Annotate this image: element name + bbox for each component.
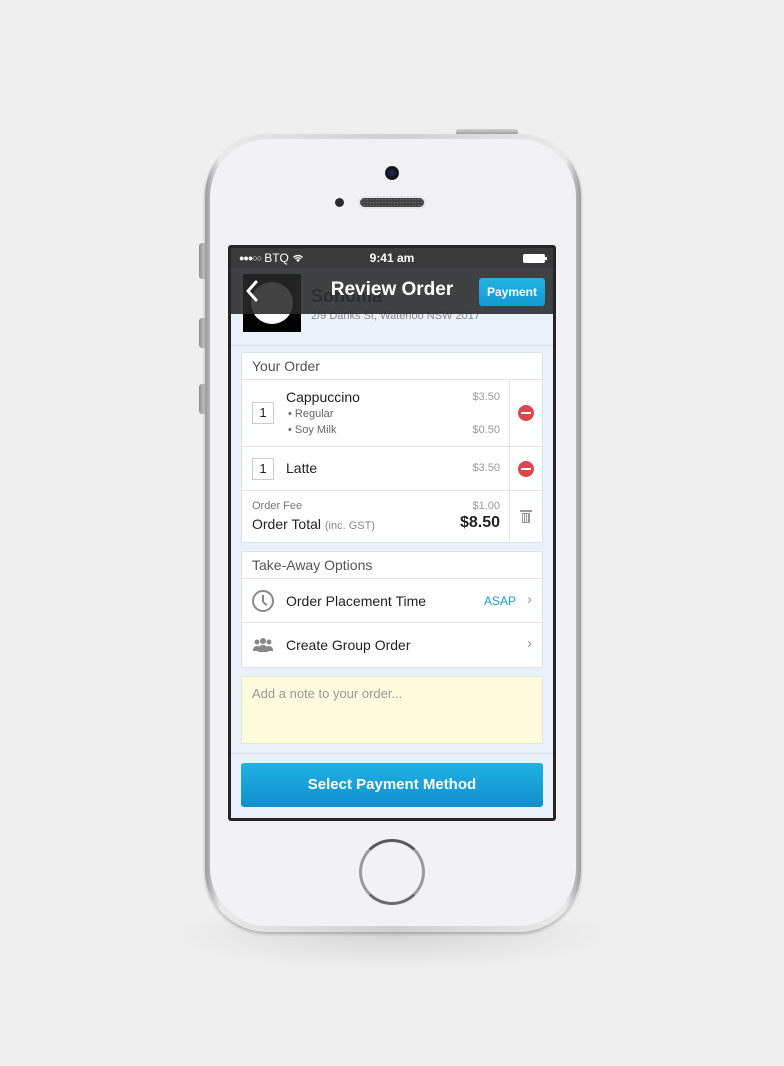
item-option: • Regular: [288, 408, 334, 420]
order-total-label: Order Total: [252, 516, 321, 532]
order-item-row[interactable]: 1 Cappuccino $3.50 • Regular • Soy Milk …: [242, 380, 542, 447]
quantity-field[interactable]: 1: [252, 458, 274, 480]
chevron-right-icon: ›: [527, 591, 532, 608]
option-value: ASAP: [483, 594, 516, 608]
earpiece-speaker: [358, 196, 426, 209]
nav-bar: Review Order Payment: [231, 268, 553, 314]
trash-icon[interactable]: [520, 510, 532, 523]
item-option: • Soy Milk: [288, 424, 337, 436]
payment-button[interactable]: Payment: [479, 278, 545, 306]
front-camera: [385, 166, 399, 180]
status-bar: ●●●○○ BTQ 9:41 am: [231, 248, 553, 268]
remove-item-icon[interactable]: [518, 405, 534, 421]
item-price: $3.50: [472, 391, 500, 403]
divider: [231, 753, 553, 754]
order-placement-time-row[interactable]: Order Placement Time ASAP ›: [242, 579, 542, 623]
takeaway-options-header: Take-Away Options: [242, 552, 542, 579]
select-payment-method-button[interactable]: Select Payment Method: [241, 763, 543, 807]
order-item-row[interactable]: 1 Latte $3.50: [242, 447, 542, 491]
order-fee-value: $1.00: [472, 500, 500, 512]
option-label: Create Group Order: [286, 637, 411, 653]
home-button[interactable]: [359, 839, 425, 905]
option-price: $0.50: [472, 424, 500, 436]
create-group-order-row[interactable]: Create Group Order ›: [242, 623, 542, 667]
order-total-value: $8.50: [459, 514, 500, 531]
order-fee-label: Order Fee: [252, 500, 303, 512]
battery-icon: [523, 254, 547, 263]
phone-screen: Sonoma 2/9 Danks St, Waterloo NSW 2017 ●…: [228, 245, 556, 821]
chevron-right-icon: ›: [527, 635, 532, 652]
option-label: Order Placement Time: [286, 593, 427, 609]
alarm-clock-icon: [252, 590, 274, 612]
order-note-input[interactable]: Add a note to your order...: [241, 676, 543, 744]
quantity-field[interactable]: 1: [252, 402, 274, 424]
app-view: Sonoma 2/9 Danks St, Waterloo NSW 2017 ●…: [231, 248, 553, 818]
item-name: Latte: [286, 460, 318, 476]
item-name: Cappuccino: [286, 389, 360, 405]
status-time: 9:41 am: [369, 251, 415, 265]
order-total-row: Order Fee $1.00 Order Total (inc. GST) $…: [242, 491, 542, 542]
order-total-note: (inc. GST): [324, 520, 376, 532]
item-price: $3.50: [472, 462, 500, 474]
proximity-sensor: [335, 198, 344, 207]
your-order-card: Your Order 1 Cappuccino $3.50 • Regular …: [241, 352, 543, 543]
group-icon: [253, 638, 273, 652]
your-order-header: Your Order: [242, 353, 542, 380]
takeaway-options-card: Take-Away Options Order Placement Time A…: [241, 551, 543, 668]
remove-item-icon[interactable]: [518, 460, 534, 477]
